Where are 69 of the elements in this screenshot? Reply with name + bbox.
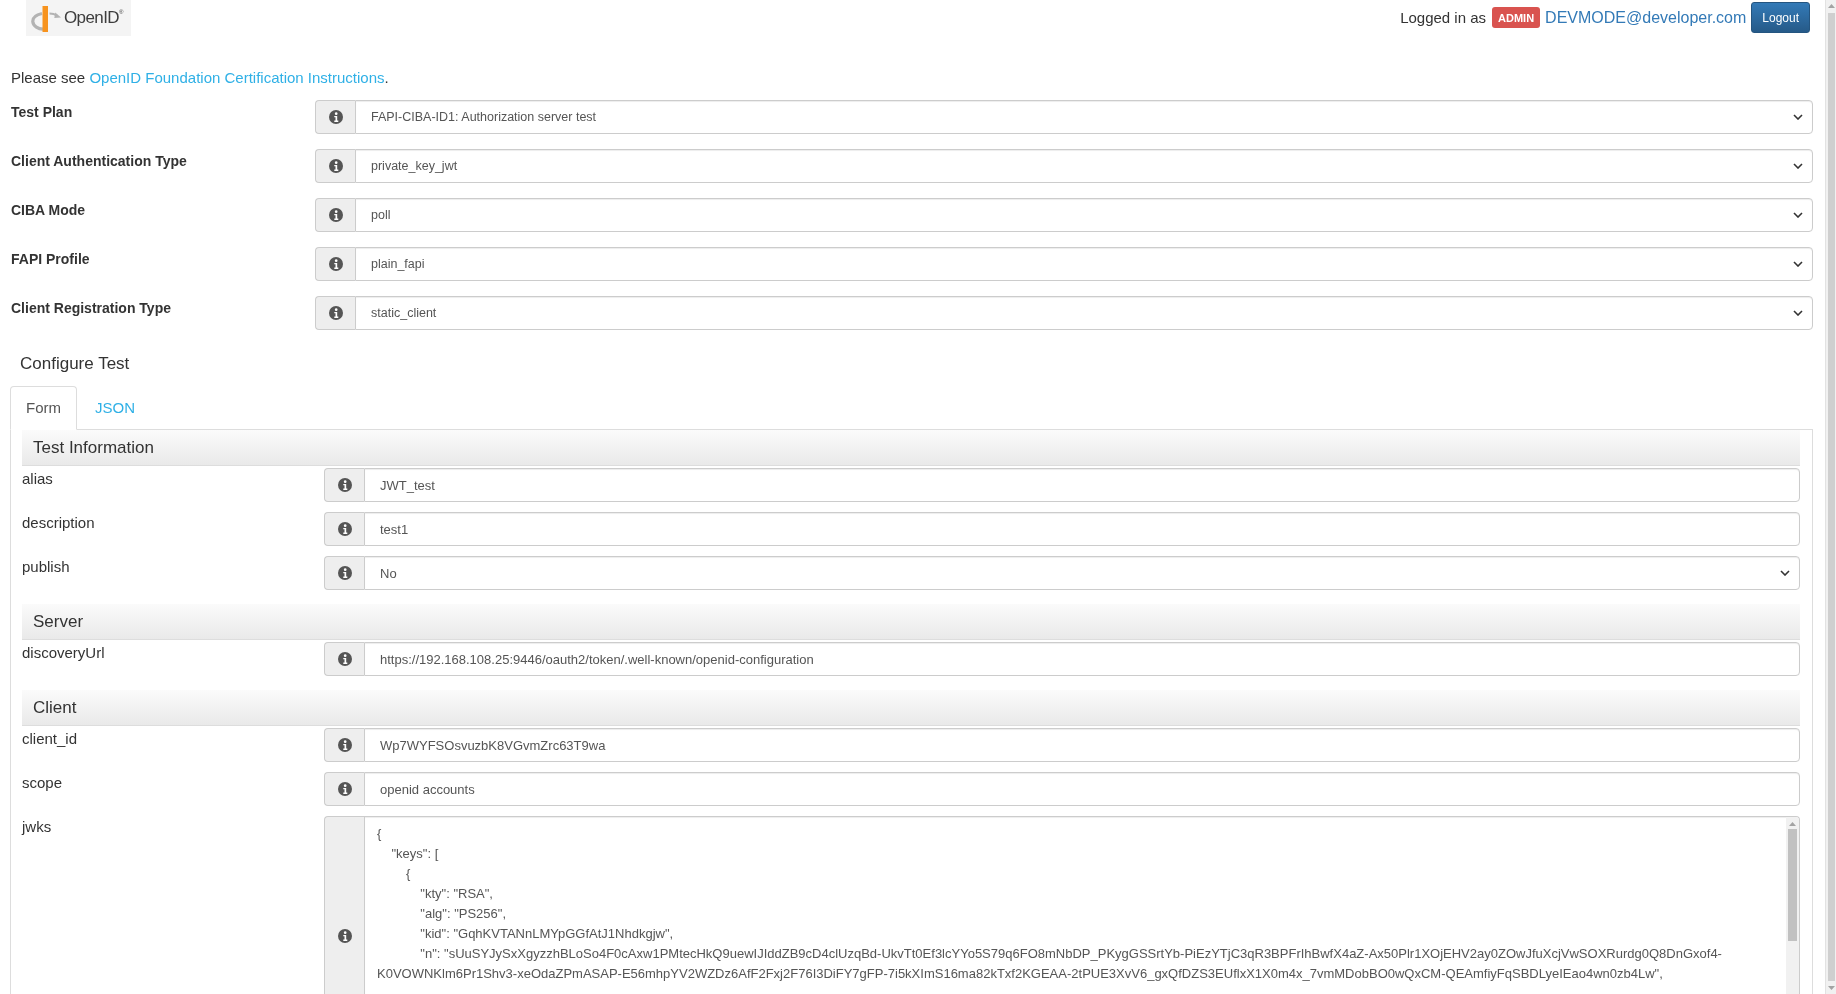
- field-label: jwks: [22, 817, 53, 837]
- logout-button[interactable]: Logout: [1751, 2, 1810, 33]
- select-field[interactable]: poll: [355, 198, 1813, 232]
- info-icon: [337, 782, 352, 796]
- field-label: Test Plan: [10, 103, 74, 122]
- info-icon: [337, 652, 352, 666]
- text-area[interactable]: { "keys": [ { "kty": "RSA", "alg": "PS256", "kid": "GqhKVTANnLMYpGGfAtJ1Nhdkgjw", "n": "sUuSYJySxXgyzzhBLoSo4F0cAxw1PMtecHkQ9uewIJIddZB9cD4clUzqBd-UkvTt0Ef3lcYYo5S79q6FO8mNbDP_PKygGSSrtYb-PiEzYTjC3qR3BPFrIhBwfX4aZ-Ax50Plr1XOjEHV2ay0ZOwJfuXcjVwSOXRurdg0Q8DnGxof4-K0VOWNKlm6Pr1Shv3-xeOdaZPmASAP-E56mhpYV2WZDz6AfF2Fxj2F76I3DiFY7gFP-7i5kXImS16ma82kTxf2KGEAA-2tPUE3XvV6_gxQfDZS3EUflxX1X0m4x_7vmMDobBO0wQxCM-QEAmfiyFqSBDLyeIEao4wn0zb4Lw",: [364, 816, 1800, 994]
- field-label: description: [22, 513, 96, 533]
- select-field[interactable]: static_client: [355, 296, 1813, 330]
- chevron-down-icon: [1793, 310, 1803, 316]
- scrollbar-thumb[interactable]: [1827, 13, 1835, 981]
- info-icon: [337, 929, 352, 943]
- info-button[interactable]: [324, 642, 364, 676]
- field-label: discoveryUrl: [22, 643, 106, 663]
- group-header: Client: [22, 690, 1800, 726]
- logo-icon: [31, 4, 61, 32]
- info-button[interactable]: [324, 772, 364, 806]
- field-label: publish: [22, 557, 71, 577]
- info-icon: [328, 306, 343, 320]
- field-label: CIBA Mode: [10, 201, 87, 220]
- text-field[interactable]: Wp7WYFSOsvuzbK8VGvmZrc63T9wa: [364, 728, 1800, 762]
- group-header: Server: [22, 604, 1800, 640]
- select-field[interactable]: private_key_jwt: [355, 149, 1813, 183]
- text-field[interactable]: openid accounts: [364, 772, 1800, 806]
- logged-in-label: Logged in as: [1400, 9, 1487, 26]
- info-button[interactable]: [315, 100, 355, 134]
- text-field[interactable]: JWT_test: [364, 468, 1800, 502]
- scrollbar[interactable]: [1786, 817, 1799, 994]
- scrollbar-thumb[interactable]: [1788, 829, 1797, 941]
- instructions-text: Please see OpenID Foundation Certification Instructions.: [11, 68, 390, 88]
- info-button[interactable]: [315, 149, 355, 183]
- text-field[interactable]: https://192.168.108.25:9446/oauth2/token/.well-known/openid-configuration: [364, 642, 1800, 676]
- field-label: alias: [22, 469, 54, 489]
- info-button[interactable]: [315, 247, 355, 281]
- text-field[interactable]: test1: [364, 512, 1800, 546]
- tab[interactable]: Form: [10, 386, 77, 430]
- info-icon: [328, 208, 343, 222]
- info-icon: [337, 738, 352, 752]
- info-button[interactable]: [324, 512, 364, 546]
- info-icon: [337, 522, 352, 536]
- chevron-down-icon: [1793, 212, 1803, 218]
- field-label: Client Authentication Type: [10, 152, 188, 171]
- info-button[interactable]: [324, 468, 364, 502]
- logo-text: OpenID$^{®}$: [64, 8, 123, 28]
- chevron-down-icon: [1793, 261, 1803, 267]
- info-button[interactable]: [315, 198, 355, 232]
- field-label: Client Registration Type: [10, 299, 172, 318]
- info-icon: [337, 566, 352, 580]
- info-icon: [328, 257, 343, 271]
- section-title: Configure Test: [20, 353, 131, 375]
- select-field[interactable]: No: [364, 556, 1800, 590]
- group-header: Test Information: [22, 430, 1800, 466]
- field-label: client_id: [22, 729, 79, 749]
- chevron-down-icon: [1780, 570, 1790, 576]
- chevron-down-icon: [1793, 163, 1803, 169]
- user-email-link[interactable]: DEVMODE@developer.com: [1545, 8, 1747, 27]
- chevron-down-icon: [1793, 114, 1803, 120]
- select-field[interactable]: FAPI-CIBA-ID1: Authorization server test: [355, 100, 1813, 134]
- info-icon: [328, 110, 343, 124]
- info-icon: [337, 478, 352, 492]
- page-scrollbar[interactable]: [1825, 0, 1836, 994]
- select-field[interactable]: plain_fapi: [355, 247, 1813, 281]
- role-badge: ADMIN: [1492, 7, 1541, 28]
- field-label: scope: [22, 773, 64, 793]
- info-button[interactable]: [315, 296, 355, 330]
- field-label: FAPI Profile: [10, 250, 91, 269]
- info-button[interactable]: [324, 556, 364, 590]
- info-icon: [328, 159, 343, 173]
- info-button[interactable]: [324, 728, 364, 762]
